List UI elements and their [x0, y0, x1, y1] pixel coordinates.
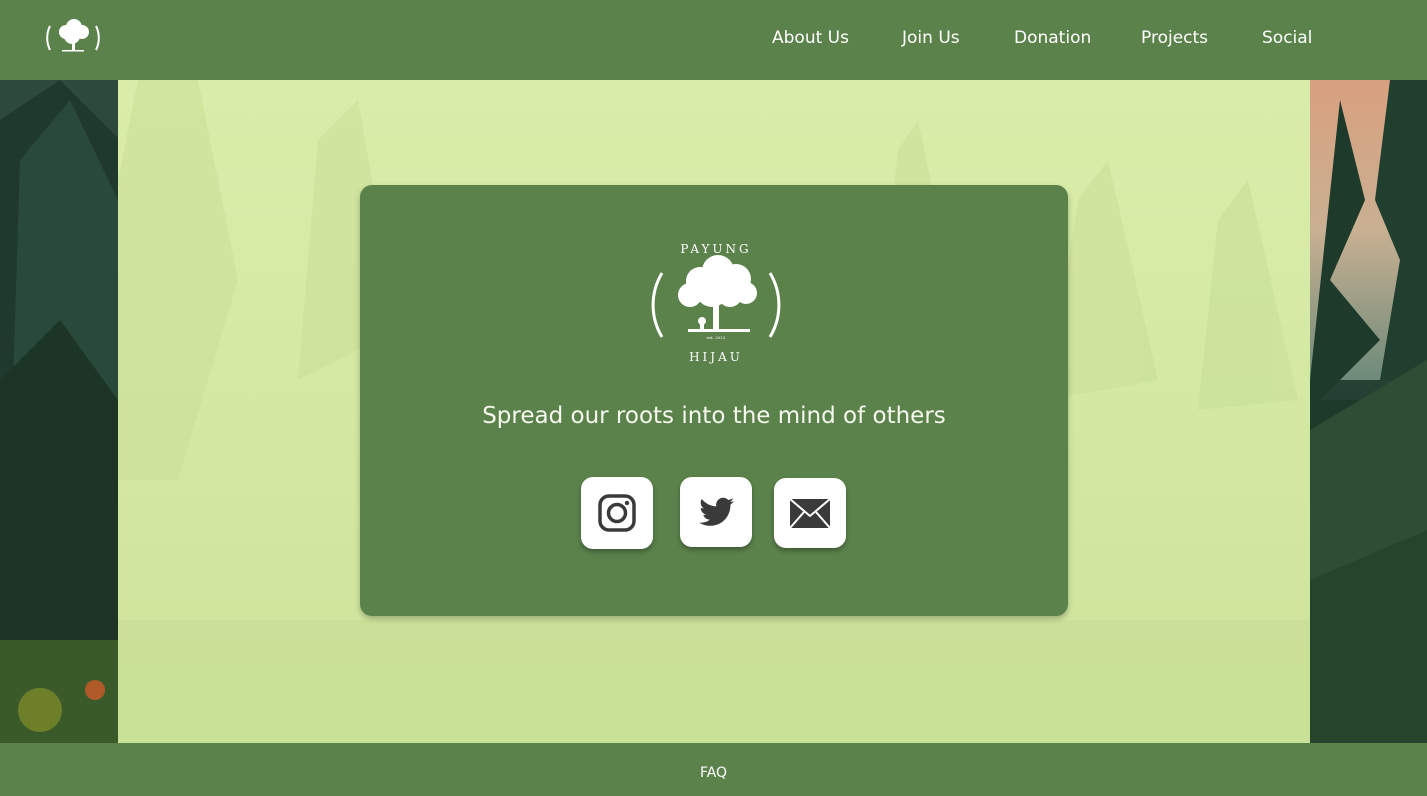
instagram-button[interactable] — [581, 477, 653, 549]
twitter-button[interactable] — [680, 477, 752, 547]
nav-donation[interactable]: Donation — [1014, 28, 1091, 48]
email-icon — [789, 498, 831, 529]
nav-join-us[interactable]: Join Us — [902, 28, 960, 48]
site-header: About Us Join Us Donation Projects Socia… — [0, 0, 1427, 80]
logo-text-bottom: HIJAU — [689, 350, 743, 364]
main-nav: About Us Join Us Donation Projects Socia… — [0, 0, 1427, 80]
nav-projects[interactable]: Projects — [1141, 28, 1208, 48]
instagram-icon — [598, 494, 636, 532]
social-card: PAYUNG est. 2022 HIJAU Spread our roots … — [360, 185, 1068, 616]
logo-est: est. 2022 — [707, 335, 726, 340]
logo-text-top: PAYUNG — [680, 242, 751, 256]
tree-circle-logo-icon: PAYUNG est. 2022 HIJAU — [651, 242, 781, 364]
nav-about-us[interactable]: About Us — [772, 28, 849, 48]
site-footer: FAQ — [0, 743, 1427, 796]
hero-panel: PAYUNG est. 2022 HIJAU Spread our roots … — [118, 80, 1310, 743]
faq-link[interactable]: FAQ — [0, 765, 1427, 781]
brand-logo: PAYUNG est. 2022 HIJAU — [650, 233, 782, 369]
email-button[interactable] — [774, 478, 846, 548]
twitter-icon — [699, 497, 734, 526]
hero-tagline: Spread our roots into the mind of others — [482, 403, 946, 429]
nav-social[interactable]: Social — [1262, 28, 1312, 48]
